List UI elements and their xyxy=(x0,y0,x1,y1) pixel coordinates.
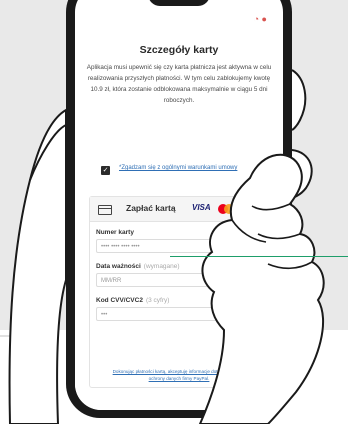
pointing-hand-illustration xyxy=(198,153,325,424)
pointer-callout-line xyxy=(170,256,348,257)
